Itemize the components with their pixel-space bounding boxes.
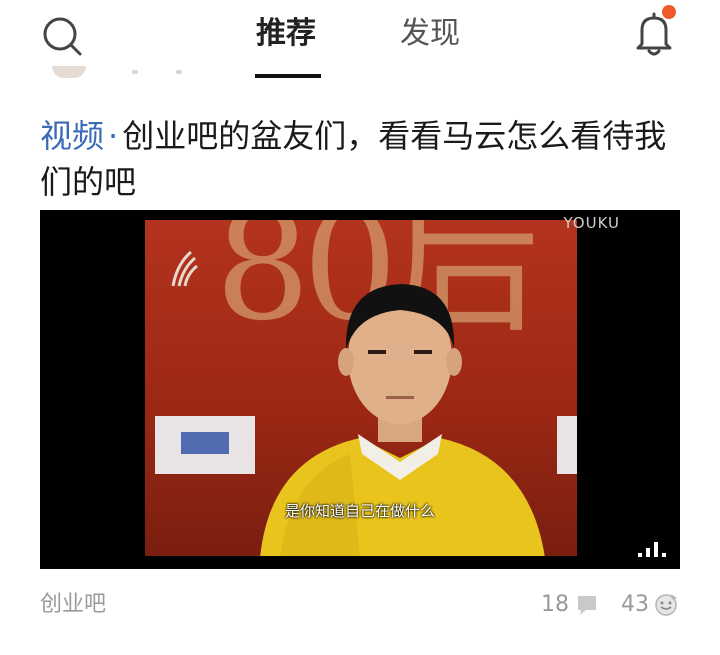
tab-recommend[interactable]: 推荐 [256, 14, 316, 54]
video-watermark: YOUKU [563, 214, 620, 232]
source-name[interactable]: 创业吧 [40, 590, 106, 620]
article-title[interactable]: 视频 · 创业吧的盆友们，看看马云怎么看待我们的吧 [40, 113, 690, 205]
category-label: 视频 [40, 117, 105, 155]
title-text: 创业吧的盆友们，看看马云怎么看待我们的吧 [40, 117, 667, 201]
comment-icon[interactable] [576, 594, 598, 616]
video-player[interactable]: 80后 YOUKU 是你知道自己在做什么 [40, 210, 680, 569]
like-emoji-icon[interactable] [653, 592, 679, 616]
search-button[interactable] [40, 14, 84, 58]
tab-discover[interactable]: 发现 [400, 14, 460, 54]
top-header: 推荐 发现 [0, 0, 720, 82]
signal-bars-icon [638, 542, 666, 557]
backdrop-panel [557, 416, 577, 474]
sponsor-logo [181, 432, 229, 454]
previous-item-fragment [132, 70, 138, 74]
video-subtitle: 是你知道自己在做什么 [284, 502, 435, 520]
notification-badge [662, 5, 676, 19]
tv-station-logo [171, 250, 198, 287]
comment-count: 18 [541, 592, 569, 617]
search-icon [43, 17, 82, 56]
category-separator: · [108, 117, 119, 155]
previous-item-fragment [176, 70, 182, 74]
like-count: 43 [621, 592, 649, 617]
active-tab-indicator [255, 74, 321, 78]
